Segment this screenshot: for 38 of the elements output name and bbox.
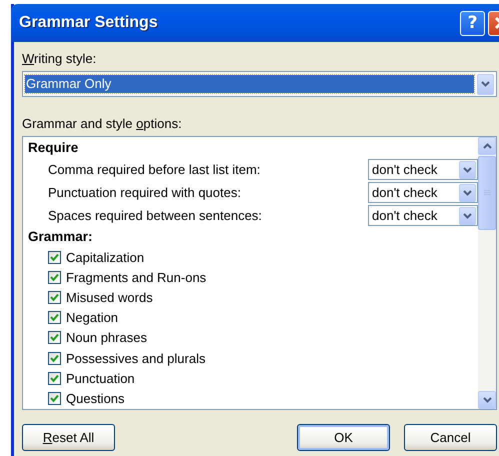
- option-label: Spaces required between sentences:: [48, 208, 263, 223]
- checkbox[interactable]: [48, 352, 61, 365]
- checkbox[interactable]: [48, 392, 61, 405]
- cancel-button[interactable]: Cancel: [404, 424, 497, 451]
- checkbox-label: Capitalization: [66, 250, 144, 265]
- checkbox-label: Questions: [66, 390, 125, 406]
- option-label: Comma required before last list item:: [48, 162, 262, 177]
- ok-button[interactable]: OK: [297, 424, 390, 451]
- option-dropdown[interactable]: don't check: [368, 182, 478, 203]
- section-heading: Grammar:: [28, 228, 93, 246]
- checkbox[interactable]: [48, 250, 61, 264]
- checkbox-label: Negation: [66, 310, 118, 326]
- option-dropdown[interactable]: don't check: [368, 159, 478, 180]
- options-label: Grammar and style options:: [22, 115, 183, 133]
- window-title: Grammar Settings: [19, 14, 158, 32]
- checkbox-label: Misused words: [66, 290, 153, 305]
- section-heading: Require: [28, 139, 78, 157]
- checkbox[interactable]: [48, 290, 61, 304]
- scroll-up-button[interactable]: [478, 137, 496, 155]
- option-dropdown[interactable]: don't check: [368, 205, 478, 226]
- scrollbar[interactable]: [478, 137, 496, 409]
- reset-all-button[interactable]: Reset All: [22, 424, 115, 451]
- writing-style-dropdown[interactable]: Grammar Only: [22, 71, 497, 97]
- checkbox[interactable]: [48, 270, 61, 284]
- scrollbar-thumb[interactable]: [478, 156, 496, 230]
- checkbox[interactable]: [48, 372, 61, 385]
- help-button[interactable]: ?: [460, 10, 485, 36]
- checkbox[interactable]: [48, 311, 61, 324]
- checkbox[interactable]: [48, 331, 61, 344]
- option-label: Punctuation required with quotes:: [48, 185, 242, 200]
- chevron-down-icon: [482, 397, 492, 403]
- scroll-down-button[interactable]: [478, 391, 496, 409]
- checkbox-label: Fragments and Run-ons: [66, 270, 206, 285]
- checkbox-label: Possessives and plurals: [66, 350, 206, 366]
- chevron-up-icon: [482, 143, 492, 149]
- checkbox-label: Punctuation: [66, 370, 135, 386]
- checkbox-label: Noun phrases: [66, 330, 147, 346]
- writing-style-label: Writing style:: [22, 50, 98, 68]
